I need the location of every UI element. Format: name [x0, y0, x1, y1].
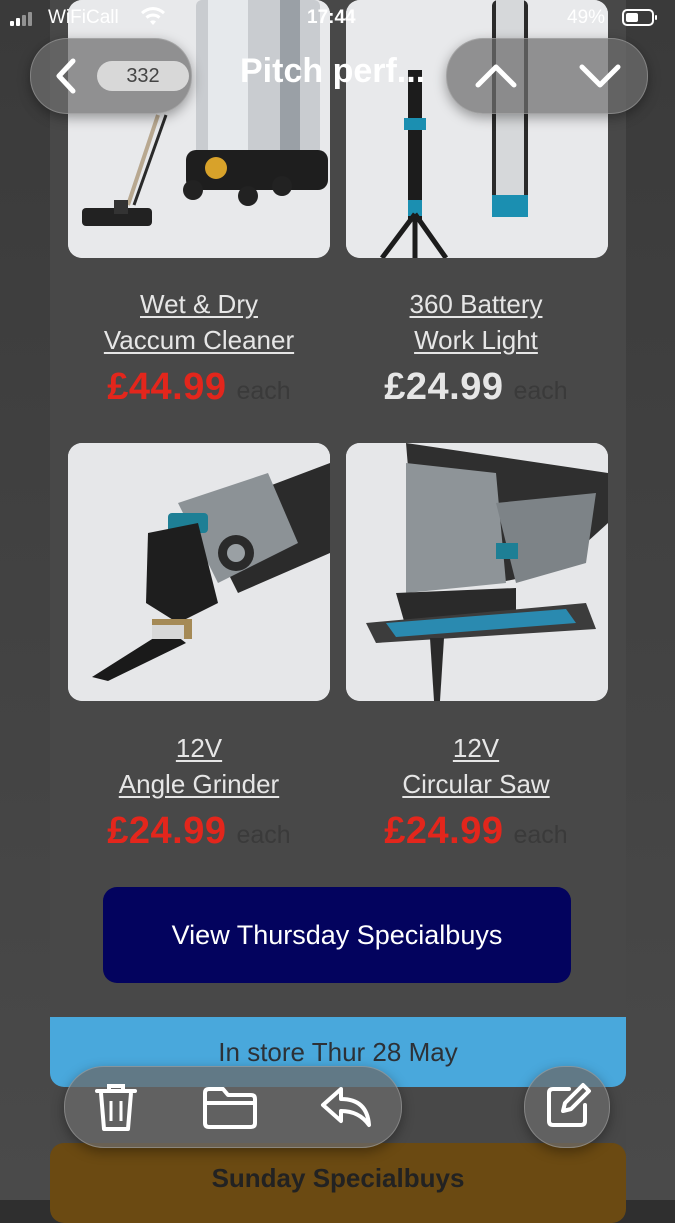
- wifi-icon: [140, 7, 166, 33]
- product-name-line2: Angle Grinder: [118, 769, 280, 799]
- folder-icon[interactable]: [201, 1085, 259, 1136]
- product-name-vacuum[interactable]: Wet & Dry Vaccum Cleaner: [54, 286, 344, 358]
- page-background-left: [0, 0, 50, 1200]
- product-price: £44.99: [107, 366, 227, 408]
- previous-message-button[interactable]: [473, 57, 519, 100]
- product-name-line1: 12V: [452, 733, 500, 763]
- message-subject-title: Pitch perf...: [240, 52, 426, 90]
- message-navigation: [446, 38, 648, 114]
- trash-icon[interactable]: [93, 1081, 139, 1138]
- carrier-label: WiFiCall: [48, 7, 119, 28]
- chevron-left-icon: [51, 57, 81, 100]
- product-price: £24.99: [107, 810, 227, 852]
- product-name-angle-grinder[interactable]: 12V Angle Grinder: [54, 730, 344, 802]
- product-name-line1: 360 Battery: [409, 289, 543, 319]
- message-toolbar: [64, 1066, 402, 1148]
- compose-icon: [543, 1081, 593, 1136]
- product-name-line1: Wet & Dry: [140, 289, 258, 319]
- product-name-line1: 12V: [175, 733, 223, 763]
- clock: 17:44: [307, 7, 356, 28]
- product-price: £24.99: [384, 366, 504, 408]
- page-background-right: [625, 0, 675, 1200]
- price-row-circular-saw: £24.99 each: [331, 810, 621, 853]
- next-message-button[interactable]: [577, 57, 623, 100]
- product-name-line2: Work Light: [414, 325, 538, 355]
- sunday-specialbuys-banner[interactable]: Sunday Specialbuys: [50, 1143, 626, 1223]
- product-image-circular-saw[interactable]: [346, 443, 608, 701]
- back-button[interactable]: 332: [30, 38, 192, 114]
- cellular-signal-icon: [10, 12, 32, 26]
- product-name-line2: Circular Saw: [402, 769, 550, 799]
- view-thursday-specialbuys-button[interactable]: View Thursday Specialbuys: [103, 887, 571, 983]
- compose-button[interactable]: [524, 1066, 610, 1148]
- battery-percentage: 49%: [567, 7, 606, 28]
- product-name-line2: Vaccum Cleaner: [103, 325, 295, 355]
- price-row-work-light: £24.99 each: [331, 366, 621, 409]
- product-price: £24.99: [384, 810, 504, 852]
- unread-count-badge: 332: [97, 61, 189, 91]
- product-image-angle-grinder[interactable]: [68, 443, 330, 701]
- product-name-circular-saw[interactable]: 12V Circular Saw: [331, 730, 621, 802]
- price-unit: each: [236, 377, 291, 405]
- battery-icon: [622, 9, 657, 26]
- price-unit: each: [236, 821, 291, 849]
- reply-icon[interactable]: [317, 1083, 373, 1134]
- price-row-angle-grinder: £24.99 each: [54, 810, 344, 853]
- price-unit: each: [513, 377, 568, 405]
- price-unit: each: [513, 821, 568, 849]
- status-bar: WiFiCall 17:44 49%: [0, 0, 675, 36]
- price-row-vacuum: £44.99 each: [54, 366, 344, 409]
- product-name-work-light[interactable]: 360 Battery Work Light: [331, 286, 621, 358]
